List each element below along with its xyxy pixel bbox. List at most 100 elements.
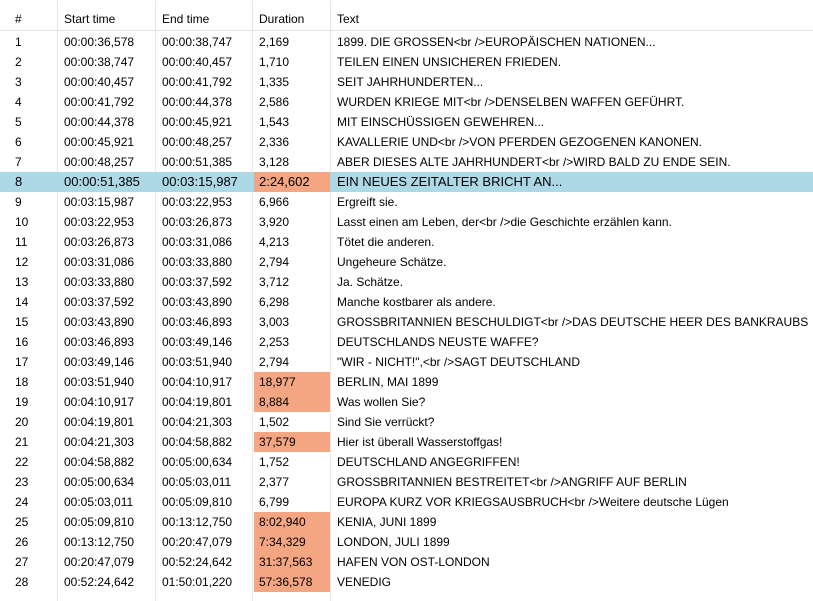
row-number: 27 [15,555,29,569]
start-time-cell: 00:52:24,642 [64,575,135,589]
table-row-selected[interactable]: 8 00:00:51,385 00:03:15,987 2:24,602 EIN NEU… [0,172,813,192]
text-cell: Ergreift sie. [337,195,398,209]
start-time-cell: 00:04:21,303 [64,435,135,449]
row-number: 23 [15,475,29,489]
table-row[interactable]: 24 00:05:03,011 00:05:09,810 6,799 EUROPA KU… [0,492,813,512]
table-row[interactable]: 26 00:13:12,750 00:20:47,079 7:34,329 LONDON… [0,532,813,552]
duration-cell: 1,710 [259,55,290,69]
end-time-cell: 00:03:26,873 [162,215,233,229]
end-time-cell: 00:04:21,303 [162,415,233,429]
duration-cell: 2,253 [259,335,290,349]
row-number: 28 [15,575,29,589]
text-cell: Sind Sie verrückt? [337,415,435,429]
table-row[interactable]: 23 00:05:00,634 00:05:03,011 2,377 GROSSBRIT… [0,472,813,492]
start-time-cell: 00:03:51,940 [64,375,135,389]
table-row[interactable]: 21 00:04:21,303 00:04:58,882 37,579 Hier ist… [0,432,813,452]
end-time-cell: 00:05:00,634 [162,455,233,469]
start-time-cell: 00:03:37,592 [64,295,135,309]
column-header-row: # Start time End time Duration Text [0,9,813,31]
row-number: 5 [15,115,22,129]
table-row[interactable]: 16 00:03:46,893 00:03:49,146 2,253 DEUTSCHLA… [0,332,813,352]
duration-cell-warning: 37,579 [254,432,330,452]
table-row[interactable]: 11 00:03:26,873 00:03:31,086 4,213 Tötet die… [0,232,813,252]
table-row[interactable]: 5 00:00:44,378 00:00:45,921 1,543 MIT EINSCH… [0,112,813,132]
text-cell: "WIR - NICHT!",<br />SAGT DEUTSCHLAND [337,355,580,369]
text-cell: VENEDIG [337,575,392,589]
table-row[interactable]: 4 00:00:41,792 00:00:44,378 2,586 WURDEN KRI… [0,92,813,112]
start-time-cell: 00:04:19,801 [64,415,135,429]
duration-cell-warning: 7:34,329 [254,532,330,552]
text-cell: GROSSBRITANNIEN BESCHULDIGT<br />DAS DEU… [337,315,809,329]
column-header-end-time[interactable]: End time [156,9,253,30]
duration-cell: 3,712 [259,275,290,289]
table-row[interactable]: 10 00:03:22,953 00:03:26,873 3,920 Lasst ein… [0,212,813,232]
duration-cell: 2,794 [259,355,290,369]
table-row[interactable]: 28 00:52:24,642 01:50:01,220 57:36,578 VENED… [0,572,813,592]
table-row[interactable]: 1 00:00:36,578 00:00:38,747 2,169 1899. DIE … [0,32,813,52]
row-number: 26 [15,535,29,549]
table-row[interactable]: 12 00:03:31,086 00:03:33,880 2,794 Ungeheure… [0,252,813,272]
text-cell: Tötet die anderen. [337,235,435,249]
end-time-cell: 00:03:33,880 [162,255,233,269]
text-cell: EIN NEUES ZEITALTER BRICHT AN... [337,174,563,189]
table-row[interactable]: 13 00:03:33,880 00:03:37,592 3,712 Ja. Schät… [0,272,813,292]
table-row[interactable]: 14 00:03:37,592 00:03:43,890 6,298 Manche ko… [0,292,813,312]
subtitle-rows: 1 00:00:36,578 00:00:38,747 2,169 1899. DIE … [0,32,813,592]
text-cell: Ungeheure Schätze. [337,255,447,269]
grid-corner [787,0,813,9]
text-cell: KENIA, JUNI 1899 [337,515,437,529]
table-row[interactable]: 15 00:03:43,890 00:03:46,893 3,003 GROSSBRIT… [0,312,813,332]
table-row[interactable]: 25 00:05:09,810 00:13:12,750 8:02,940 KENIA,… [0,512,813,532]
table-row[interactable]: 18 00:03:51,940 00:04:10,917 18,977 BERLIN, … [0,372,813,392]
end-time-cell: 00:04:10,917 [162,375,233,389]
text-cell: Was wollen Sie? [337,395,426,409]
end-time-cell: 00:03:43,890 [162,295,233,309]
text-cell: LONDON, JULI 1899 [337,535,450,549]
start-time-cell: 00:04:10,917 [64,395,135,409]
table-row[interactable]: 27 00:20:47,079 00:52:24,642 31:37,563 HAFEN… [0,552,813,572]
row-number: 11 [15,235,28,249]
table-row[interactable]: 17 00:03:49,146 00:03:51,940 2,794 "WIR - NI… [0,352,813,372]
row-number: 22 [15,455,29,469]
subtitle-grid[interactable]: # Start time End time Duration Text 1 00:… [0,0,813,601]
end-time-cell: 00:00:38,747 [162,35,233,49]
table-row[interactable]: 7 00:00:48,257 00:00:51,385 3,128 ABER DIESE… [0,152,813,172]
end-time-cell: 00:20:47,079 [162,535,233,549]
column-header-text[interactable]: Text [331,9,813,30]
duration-cell: 2,377 [259,475,290,489]
column-header-start-time[interactable]: Start time [58,9,156,30]
text-cell: SEIT JAHRHUNDERTEN... [337,75,484,89]
row-number: 4 [15,95,22,109]
end-time-cell: 00:03:31,086 [162,235,233,249]
text-cell: Manche kostbarer als andere. [337,295,496,309]
text-cell: MIT EINSCHÜSSIGEN GEWEHREN... [337,115,545,129]
table-row[interactable]: 2 00:00:38,747 00:00:40,457 1,710 TEILEN EIN… [0,52,813,72]
row-number: 9 [15,195,22,209]
end-time-cell: 00:52:24,642 [162,555,233,569]
start-time-cell: 00:03:33,880 [64,275,135,289]
row-number: 13 [15,275,29,289]
duration-cell: 4,213 [259,235,290,249]
start-time-cell: 00:00:36,578 [64,35,135,49]
column-header-number[interactable]: # [9,9,58,30]
table-row[interactable]: 9 00:03:15,987 00:03:22,953 6,966 Ergreift s… [0,192,813,212]
row-number: 12 [15,255,29,269]
start-time-cell: 00:13:12,750 [64,535,135,549]
end-time-cell: 01:50:01,220 [162,575,233,589]
start-time-cell: 00:03:46,893 [64,335,135,349]
row-number: 1 [15,35,22,49]
duration-cell-warning: 2:24,602 [254,172,330,192]
column-header-duration[interactable]: Duration [253,9,331,30]
duration-cell-warning: 57:36,578 [254,572,330,592]
start-time-cell: 00:00:45,921 [64,135,135,149]
table-row[interactable]: 22 00:04:58,882 00:05:00,634 1,752 DEUTSCHLA… [0,452,813,472]
table-row[interactable]: 3 00:00:40,457 00:00:41,792 1,335 SEIT JAHRH… [0,72,813,92]
table-row[interactable]: 20 00:04:19,801 00:04:21,303 1,502 Sind Sie … [0,412,813,432]
table-row[interactable]: 19 00:04:10,917 00:04:19,801 8,884 Was wolle… [0,392,813,412]
text-cell: ABER DIESES ALTE JAHRHUNDERT<br />WIRD B… [337,155,731,169]
start-time-cell: 00:00:38,747 [64,55,135,69]
start-time-cell: 00:03:49,146 [64,355,135,369]
table-row[interactable]: 6 00:00:45,921 00:00:48,257 2,336 KAVALLERIE… [0,132,813,152]
text-cell: BERLIN, MAI 1899 [337,375,439,389]
duration-cell: 3,003 [259,315,290,329]
